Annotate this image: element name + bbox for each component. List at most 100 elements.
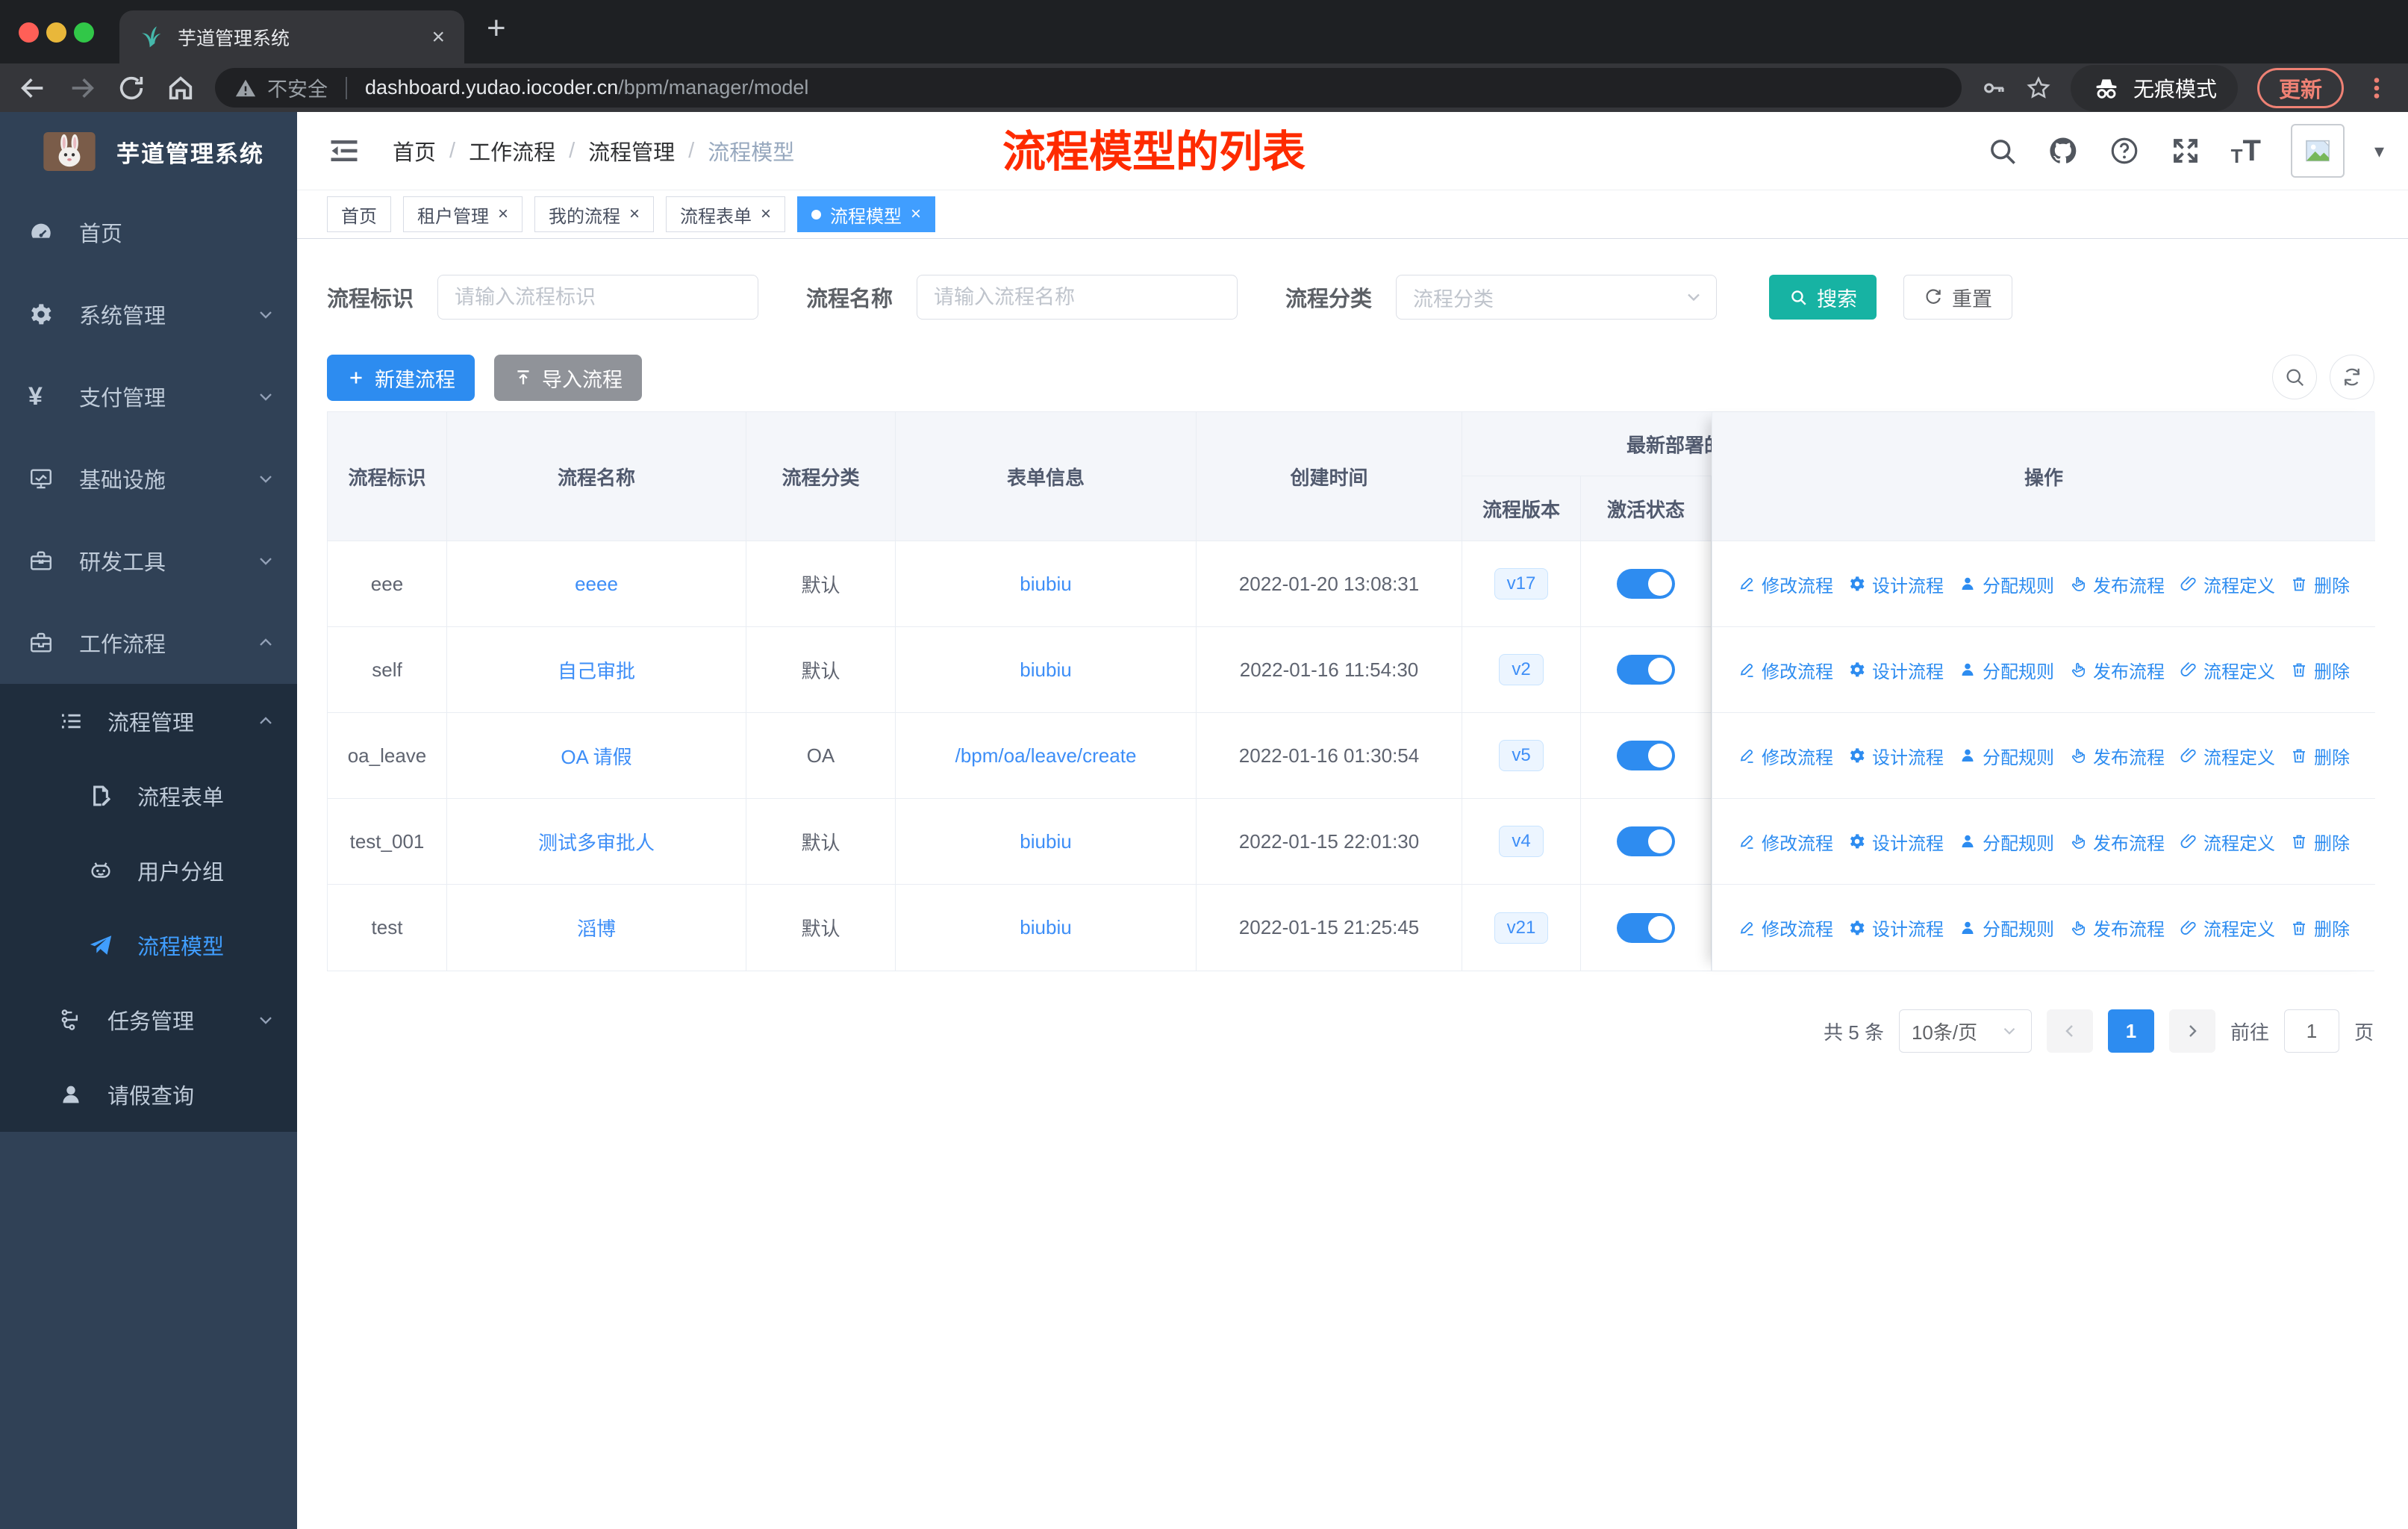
browser-tab[interactable]: 芋道管理系统 × — [119, 10, 464, 63]
active-toggle[interactable] — [1617, 655, 1675, 685]
sidebar-item-user-group[interactable]: 用户分组 — [0, 833, 297, 908]
action-process-definition[interactable]: 流程定义 — [2180, 915, 2275, 941]
prev-page-button[interactable] — [2046, 1009, 2093, 1053]
breadcrumb-item[interactable]: 首页 — [393, 135, 436, 166]
process-name-link[interactable]: 测试多审批人 — [538, 828, 655, 856]
form-info-link[interactable]: biubiu — [1020, 830, 1071, 853]
active-toggle[interactable] — [1617, 826, 1675, 856]
form-info-link[interactable]: biubiu — [1020, 658, 1071, 682]
action-publish-process[interactable]: 发布流程 — [2069, 743, 2165, 769]
sidebar-item-process-management[interactable]: 流程管理 — [0, 684, 297, 759]
action-design-process[interactable]: 设计流程 — [1848, 657, 1944, 683]
action-assign-rule[interactable]: 分配规则 — [1959, 915, 2054, 941]
action-process-definition[interactable]: 流程定义 — [2180, 743, 2275, 769]
action-delete[interactable]: 删除 — [2290, 915, 2350, 941]
tag-item[interactable]: 流程表单 × — [666, 196, 786, 232]
tag-item[interactable]: 租户管理 × — [403, 196, 523, 232]
action-delete[interactable]: 删除 — [2290, 743, 2350, 769]
action-process-definition[interactable]: 流程定义 — [2180, 657, 2275, 683]
sidebar-item-task-management[interactable]: 任务管理 — [0, 983, 297, 1057]
back-icon[interactable] — [18, 73, 48, 103]
tag-close-icon[interactable]: × — [761, 205, 771, 223]
tag-item[interactable]: 首页 — [327, 196, 391, 232]
bookmark-star-icon[interactable] — [2026, 75, 2051, 101]
action-process-definition[interactable]: 流程定义 — [2180, 829, 2275, 855]
action-publish-process[interactable]: 发布流程 — [2069, 915, 2165, 941]
sidebar-item-process-form[interactable]: 流程表单 — [0, 759, 297, 833]
window-minimize-button[interactable] — [46, 22, 66, 43]
action-modify-process[interactable]: 修改流程 — [1738, 657, 1833, 683]
goto-page-input[interactable] — [2283, 1009, 2339, 1053]
process-name-link[interactable]: OA 请假 — [561, 742, 631, 770]
breadcrumb-item[interactable]: 流程管理 — [588, 135, 675, 166]
tag-active[interactable]: 流程模型 × — [797, 196, 936, 232]
sidebar-item-system-management[interactable]: 系统管理 — [0, 273, 297, 355]
process-name-input[interactable] — [917, 275, 1238, 320]
sidebar-item-payment-management[interactable]: ¥ 支付管理 — [0, 355, 297, 437]
action-delete[interactable]: 删除 — [2290, 571, 2350, 597]
reload-icon[interactable] — [116, 73, 146, 103]
import-process-button[interactable]: 导入流程 — [494, 355, 642, 401]
browser-menu-icon[interactable] — [2363, 75, 2390, 102]
current-page-button[interactable]: 1 — [2107, 1009, 2154, 1053]
tab-close-icon[interactable]: × — [431, 25, 445, 50]
active-toggle[interactable] — [1617, 912, 1675, 943]
sidebar-fold-icon[interactable] — [328, 135, 360, 166]
show-search-button[interactable] — [2272, 355, 2317, 399]
process-name-link[interactable]: 滔博 — [577, 914, 616, 941]
active-toggle[interactable] — [1617, 569, 1675, 599]
action-design-process[interactable]: 设计流程 — [1848, 915, 1944, 941]
sidebar-item-leave-query[interactable]: 请假查询 — [0, 1057, 297, 1132]
action-modify-process[interactable]: 修改流程 — [1738, 571, 1833, 597]
breadcrumb-item[interactable]: 工作流程 — [469, 135, 555, 166]
tag-close-icon[interactable]: × — [911, 205, 921, 223]
action-delete[interactable]: 删除 — [2290, 829, 2350, 855]
action-modify-process[interactable]: 修改流程 — [1738, 915, 1833, 941]
tag-close-icon[interactable]: × — [498, 205, 508, 223]
action-publish-process[interactable]: 发布流程 — [2069, 571, 2165, 597]
form-info-link[interactable]: /bpm/oa/leave/create — [955, 744, 1137, 767]
reset-button[interactable]: 重置 — [1903, 275, 2013, 320]
search-icon[interactable] — [1986, 135, 2018, 166]
create-process-button[interactable]: 新建流程 — [327, 355, 475, 401]
window-close-button[interactable] — [19, 22, 39, 43]
home-icon[interactable] — [166, 73, 196, 103]
process-category-select[interactable]: 流程分类 — [1396, 275, 1718, 320]
action-process-definition[interactable]: 流程定义 — [2180, 571, 2275, 597]
refresh-table-button[interactable] — [2330, 355, 2374, 399]
tag-close-icon[interactable]: × — [629, 205, 640, 223]
key-icon[interactable] — [1981, 75, 2006, 101]
process-name-link[interactable]: 自己审批 — [558, 656, 635, 684]
action-design-process[interactable]: 设计流程 — [1848, 829, 1944, 855]
sidebar-item-dev-tools[interactable]: 研发工具 — [0, 520, 297, 602]
action-publish-process[interactable]: 发布流程 — [2069, 657, 2165, 683]
action-modify-process[interactable]: 修改流程 — [1738, 829, 1833, 855]
form-info-link[interactable]: biubiu — [1020, 573, 1071, 596]
action-modify-process[interactable]: 修改流程 — [1738, 743, 1833, 769]
avatar-caret-icon[interactable]: ▾ — [2374, 140, 2384, 163]
address-bar[interactable]: 不安全 dashboard.yudao.iocoder.cn/bpm/manag… — [215, 68, 1962, 108]
new-tab-button[interactable]: + — [487, 12, 506, 45]
action-assign-rule[interactable]: 分配规则 — [1959, 657, 2054, 683]
action-design-process[interactable]: 设计流程 — [1848, 743, 1944, 769]
action-delete[interactable]: 删除 — [2290, 657, 2350, 683]
window-zoom-button[interactable] — [74, 22, 94, 43]
next-page-button[interactable] — [2168, 1009, 2215, 1053]
update-button[interactable]: 更新 — [2256, 67, 2344, 108]
fullscreen-icon[interactable] — [2170, 135, 2201, 166]
sidebar-item-infrastructure[interactable]: 基础设施 — [0, 437, 297, 520]
action-assign-rule[interactable]: 分配规则 — [1959, 743, 2054, 769]
action-design-process[interactable]: 设计流程 — [1848, 571, 1944, 597]
action-publish-process[interactable]: 发布流程 — [2069, 829, 2165, 855]
action-assign-rule[interactable]: 分配规则 — [1959, 571, 2054, 597]
forward-icon[interactable] — [67, 73, 97, 103]
form-info-link[interactable]: biubiu — [1020, 916, 1071, 939]
action-assign-rule[interactable]: 分配规则 — [1959, 829, 2054, 855]
sidebar-item-home[interactable]: 首页 — [0, 191, 297, 273]
process-name-link[interactable]: eeee — [575, 573, 618, 596]
sidebar-item-process-model[interactable]: 流程模型 — [0, 908, 297, 983]
sidebar-item-workflow[interactable]: 工作流程 — [0, 602, 297, 684]
search-button[interactable]: 搜索 — [1769, 275, 1877, 320]
page-size-select[interactable]: 10条/页 — [1898, 1009, 2032, 1053]
help-icon[interactable] — [2109, 135, 2140, 166]
